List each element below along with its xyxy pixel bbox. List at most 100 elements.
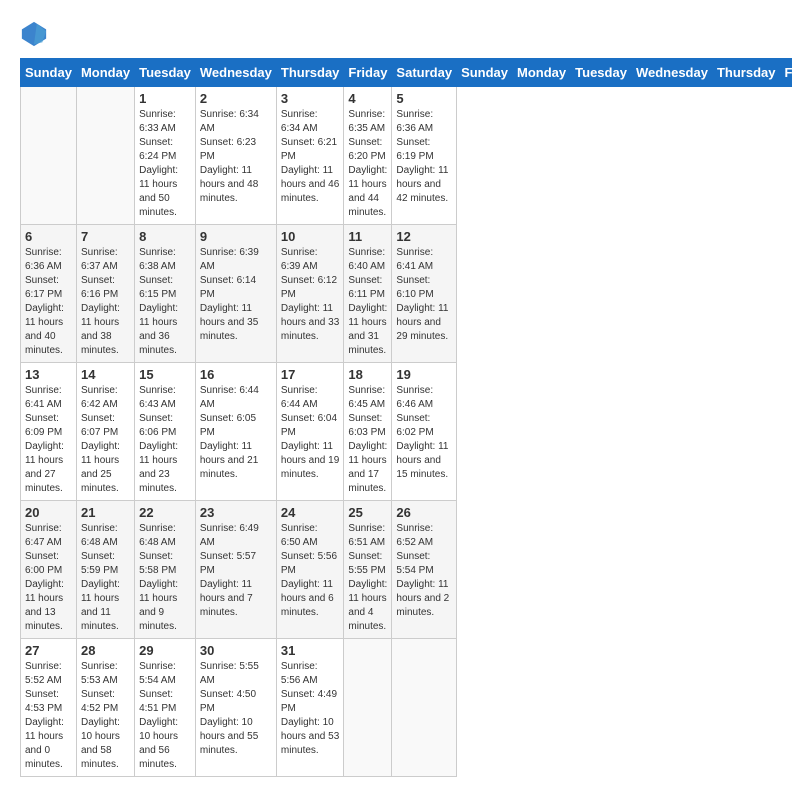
day-number: 22: [139, 505, 191, 520]
calendar-cell: 24 Sunrise: 6:50 AMSunset: 5:56 PMDayligh…: [276, 501, 344, 639]
day-info: Sunrise: 6:44 AMSunset: 6:05 PMDaylight:…: [200, 384, 272, 482]
day-info: Sunrise: 6:49 AMSunset: 5:57 PMDaylight:…: [200, 522, 272, 620]
column-header-wednesday: Wednesday: [195, 59, 276, 87]
calendar-week-row: 6 Sunrise: 6:36 AMSunset: 6:17 PMDaylight…: [21, 225, 792, 363]
day-info: Sunrise: 5:55 AMSunset: 4:50 PMDaylight:…: [200, 660, 272, 758]
calendar-cell: 23 Sunrise: 6:49 AMSunset: 5:57 PMDayligh…: [195, 501, 276, 639]
calendar-cell: 30 Sunrise: 5:55 AMSunset: 4:50 PMDayligh…: [195, 639, 276, 777]
day-info: Sunrise: 5:54 AMSunset: 4:51 PMDaylight:…: [139, 660, 191, 772]
day-number: 6: [25, 229, 72, 244]
day-info: Sunrise: 6:33 AMSunset: 6:24 PMDaylight:…: [139, 108, 191, 220]
calendar-cell: [76, 87, 134, 225]
calendar-cell: 4 Sunrise: 6:35 AMSunset: 6:20 PMDaylight…: [344, 87, 392, 225]
calendar-cell: 28 Sunrise: 5:53 AMSunset: 4:52 PMDayligh…: [76, 639, 134, 777]
calendar-cell: [392, 639, 457, 777]
day-info: Sunrise: 6:39 AMSunset: 6:12 PMDaylight:…: [281, 246, 340, 344]
calendar-week-row: 20Sunrise: 6:47 AMSunset: 6:00 PMDayligh…: [21, 501, 792, 639]
day-number: 29: [139, 643, 191, 658]
column-header-tuesday: Tuesday: [571, 59, 632, 87]
day-number: 25: [348, 505, 387, 520]
calendar-cell: 17 Sunrise: 6:44 AMSunset: 6:04 PMDayligh…: [276, 363, 344, 501]
day-number: 26: [396, 505, 452, 520]
day-info: Sunrise: 6:41 AMSunset: 6:09 PMDaylight:…: [25, 384, 72, 496]
column-header-saturday: Saturday: [392, 59, 457, 87]
day-info: Sunrise: 6:38 AMSunset: 6:15 PMDaylight:…: [139, 246, 191, 358]
calendar-cell: 21 Sunrise: 6:48 AMSunset: 5:59 PMDayligh…: [76, 501, 134, 639]
calendar-cell: 13 Sunrise: 6:41 AMSunset: 6:09 PMDayligh…: [21, 363, 77, 501]
day-info: Sunrise: 6:44 AMSunset: 6:04 PMDaylight:…: [281, 384, 340, 482]
day-info: Sunrise: 6:34 AMSunset: 6:23 PMDaylight:…: [200, 108, 272, 206]
day-info: Sunrise: 6:42 AMSunset: 6:07 PMDaylight:…: [81, 384, 130, 496]
calendar-cell: 2 Sunrise: 6:34 AMSunset: 6:23 PMDaylight…: [195, 87, 276, 225]
day-info: Sunrise: 6:39 AMSunset: 6:14 PMDaylight:…: [200, 246, 272, 344]
calendar-cell: 26 Sunrise: 6:52 AMSunset: 5:54 PMDayligh…: [392, 501, 457, 639]
day-info: Sunrise: 6:40 AMSunset: 6:11 PMDaylight:…: [348, 246, 387, 358]
calendar-cell: 18 Sunrise: 6:45 AMSunset: 6:03 PMDayligh…: [344, 363, 392, 501]
day-number: 5: [396, 91, 452, 106]
day-info: Sunrise: 6:51 AMSunset: 5:55 PMDaylight:…: [348, 522, 387, 634]
column-header-thursday: Thursday: [712, 59, 780, 87]
day-number: 1: [139, 91, 191, 106]
day-number: 30: [200, 643, 272, 658]
day-info: Sunrise: 6:48 AMSunset: 5:59 PMDaylight:…: [81, 522, 130, 634]
calendar-cell: 5 Sunrise: 6:36 AMSunset: 6:19 PMDaylight…: [392, 87, 457, 225]
day-number: 18: [348, 367, 387, 382]
day-number: 10: [281, 229, 340, 244]
day-number: 31: [281, 643, 340, 658]
day-number: 9: [200, 229, 272, 244]
day-number: 24: [281, 505, 340, 520]
day-number: 2: [200, 91, 272, 106]
column-header-monday: Monday: [76, 59, 134, 87]
calendar-cell: 3Sunrise: 6:34 AMSunset: 6:21 PMDaylight…: [276, 87, 344, 225]
logo: [20, 20, 50, 48]
day-number: 15: [139, 367, 191, 382]
day-number: 23: [200, 505, 272, 520]
calendar-cell: [344, 639, 392, 777]
calendar-cell: 7Sunrise: 6:37 AMSunset: 6:16 PMDaylight…: [76, 225, 134, 363]
day-info: Sunrise: 6:36 AMSunset: 6:17 PMDaylight:…: [25, 246, 72, 358]
column-header-thursday: Thursday: [276, 59, 344, 87]
column-header-friday: Friday: [780, 59, 792, 87]
calendar-cell: 25 Sunrise: 6:51 AMSunset: 5:55 PMDayligh…: [344, 501, 392, 639]
calendar-cell: 15 Sunrise: 6:43 AMSunset: 6:06 PMDayligh…: [135, 363, 196, 501]
day-number: 21: [81, 505, 130, 520]
calendar-table: SundayMondayTuesdayWednesdayThursdayFrid…: [20, 58, 792, 777]
calendar-week-row: 1 Sunrise: 6:33 AMSunset: 6:24 PMDaylight…: [21, 87, 792, 225]
page-header: [20, 20, 772, 48]
calendar-cell: 1 Sunrise: 6:33 AMSunset: 6:24 PMDaylight…: [135, 87, 196, 225]
day-info: Sunrise: 6:43 AMSunset: 6:06 PMDaylight:…: [139, 384, 191, 496]
day-info: Sunrise: 6:50 AMSunset: 5:56 PMDaylight:…: [281, 522, 340, 620]
day-info: Sunrise: 6:52 AMSunset: 5:54 PMDaylight:…: [396, 522, 452, 620]
calendar-cell: 27Sunrise: 5:52 AMSunset: 4:53 PMDayligh…: [21, 639, 77, 777]
calendar-cell: 11Sunrise: 6:40 AMSunset: 6:11 PMDayligh…: [344, 225, 392, 363]
day-info: Sunrise: 6:36 AMSunset: 6:19 PMDaylight:…: [396, 108, 452, 206]
calendar-cell: 22Sunrise: 6:48 AMSunset: 5:58 PMDayligh…: [135, 501, 196, 639]
day-number: 16: [200, 367, 272, 382]
calendar-cell: 19 Sunrise: 6:46 AMSunset: 6:02 PMDayligh…: [392, 363, 457, 501]
logo-icon: [20, 20, 48, 48]
column-header-tuesday: Tuesday: [135, 59, 196, 87]
day-info: Sunrise: 5:53 AMSunset: 4:52 PMDaylight:…: [81, 660, 130, 772]
day-number: 17: [281, 367, 340, 382]
day-number: 3: [281, 91, 340, 106]
calendar-week-row: 13 Sunrise: 6:41 AMSunset: 6:09 PMDayligh…: [21, 363, 792, 501]
day-number: 19: [396, 367, 452, 382]
calendar-cell: 20Sunrise: 6:47 AMSunset: 6:00 PMDayligh…: [21, 501, 77, 639]
day-number: 27: [25, 643, 72, 658]
calendar-cell: 14 Sunrise: 6:42 AMSunset: 6:07 PMDayligh…: [76, 363, 134, 501]
calendar-cell: 12Sunrise: 6:41 AMSunset: 6:10 PMDayligh…: [392, 225, 457, 363]
day-info: Sunrise: 6:41 AMSunset: 6:10 PMDaylight:…: [396, 246, 452, 344]
day-number: 13: [25, 367, 72, 382]
column-header-friday: Friday: [344, 59, 392, 87]
day-info: Sunrise: 6:35 AMSunset: 6:20 PMDaylight:…: [348, 108, 387, 220]
day-number: 28: [81, 643, 130, 658]
column-header-wednesday: Wednesday: [631, 59, 712, 87]
day-number: 14: [81, 367, 130, 382]
calendar-cell: 10 Sunrise: 6:39 AMSunset: 6:12 PMDayligh…: [276, 225, 344, 363]
day-info: Sunrise: 6:45 AMSunset: 6:03 PMDaylight:…: [348, 384, 387, 496]
day-number: 4: [348, 91, 387, 106]
calendar-cell: 8Sunrise: 6:38 AMSunset: 6:15 PMDaylight…: [135, 225, 196, 363]
day-number: 7: [81, 229, 130, 244]
day-info: Sunrise: 6:46 AMSunset: 6:02 PMDaylight:…: [396, 384, 452, 482]
calendar-header-row: SundayMondayTuesdayWednesdayThursdayFrid…: [21, 59, 792, 87]
